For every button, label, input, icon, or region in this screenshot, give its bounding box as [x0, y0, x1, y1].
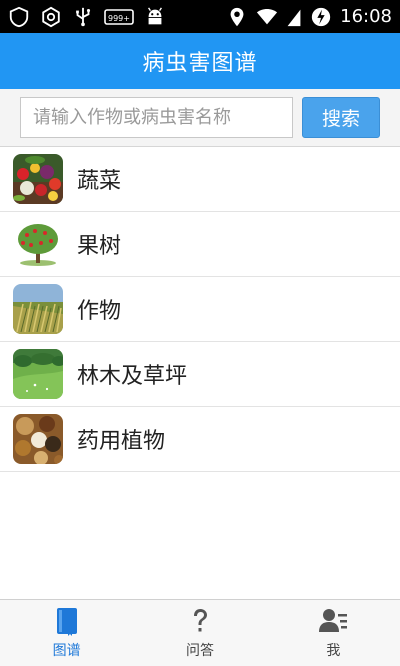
status-left-icons: 999+ [8, 6, 166, 28]
tab-me[interactable]: 我 [267, 600, 400, 666]
signal-icon [286, 6, 302, 28]
vegetables-icon [13, 154, 63, 204]
category-item-crops[interactable]: 作物 [0, 277, 400, 342]
book-icon [52, 606, 82, 636]
tab-label: 图谱 [52, 643, 81, 659]
status-bar: 999+ 16:08 [0, 0, 400, 33]
tab-label: 我 [326, 643, 341, 659]
tab-label: 问答 [185, 643, 214, 659]
wifi-icon [256, 6, 278, 28]
forest-lawn-icon [13, 349, 63, 399]
notification-count-icon: 999+ [104, 6, 134, 28]
user-icon [318, 606, 348, 636]
search-bar: 搜索 [0, 89, 400, 147]
shield-alert-icon [8, 6, 30, 28]
notification-count-text: 999+ [108, 14, 130, 23]
page-title: 病虫害图谱 [142, 51, 258, 76]
category-label: 作物 [77, 299, 122, 324]
status-time: 16:08 [340, 6, 392, 27]
tab-qa[interactable]: 问答 [133, 600, 266, 666]
title-bar: 病虫害图谱 [0, 33, 400, 89]
category-item-vegetables[interactable]: 蔬菜 [0, 147, 400, 212]
category-label: 林木及草坪 [77, 364, 188, 389]
fruit-tree-icon [13, 219, 63, 269]
bottom-nav: 图谱 问答 我 [0, 599, 400, 666]
target-icon [40, 6, 62, 28]
category-item-forest-lawn[interactable]: 林木及草坪 [0, 342, 400, 407]
category-label: 蔬菜 [77, 169, 122, 194]
search-button[interactable]: 搜索 [302, 97, 380, 138]
category-label: 果树 [77, 234, 122, 259]
battery-charging-icon [310, 6, 332, 28]
category-list: 蔬菜 果树 作物 林木及草坪 药用植物 [0, 147, 400, 472]
tab-atlas[interactable]: 图谱 [0, 600, 133, 666]
android-icon [144, 6, 166, 28]
location-icon [226, 6, 248, 28]
status-right-icons: 16:08 [226, 6, 392, 28]
crops-icon [13, 284, 63, 334]
search-input[interactable] [20, 97, 293, 138]
medicinal-plants-icon [13, 414, 63, 464]
usb-icon [72, 6, 94, 28]
category-label: 药用植物 [77, 429, 166, 454]
category-item-fruit-trees[interactable]: 果树 [0, 212, 400, 277]
category-item-medicinal-plants[interactable]: 药用植物 [0, 407, 400, 472]
question-icon [185, 606, 215, 636]
